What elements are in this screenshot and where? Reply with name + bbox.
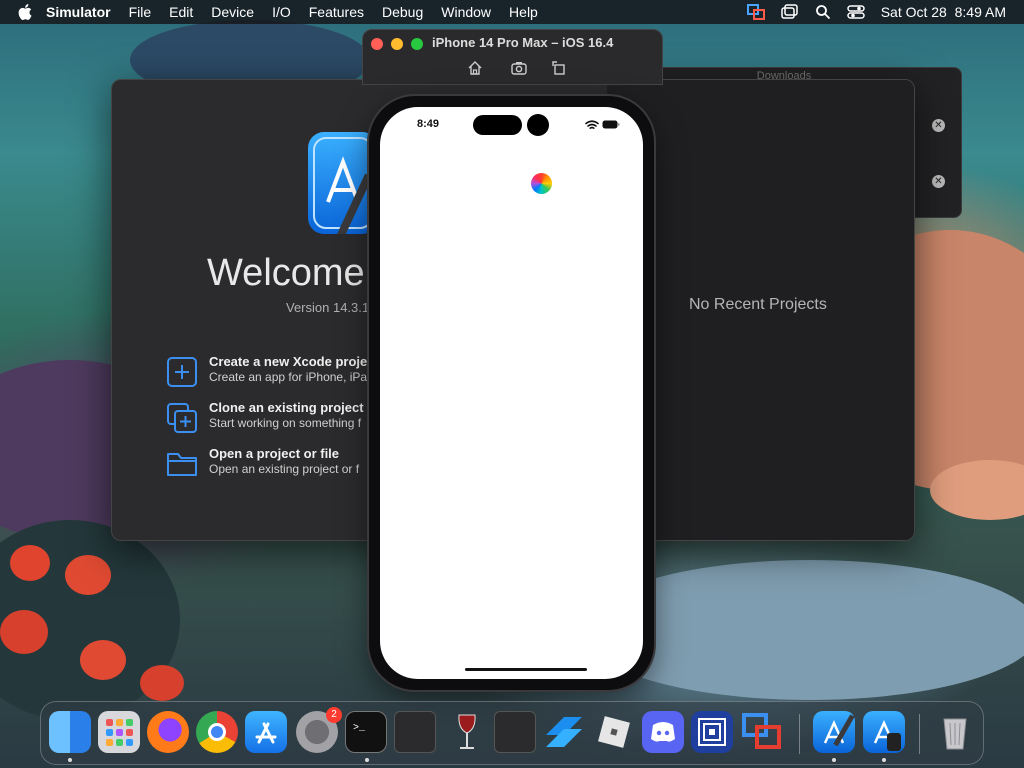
close-download-icon[interactable]: ✕ [932,119,945,132]
rotate-icon[interactable] [551,60,567,76]
wallpaper-flower [80,640,126,680]
menu-bar: Simulator File Edit Device I/O Features … [0,0,1024,24]
system-settings-icon[interactable]: 2 [296,707,342,753]
terminal-window-icon[interactable] [394,711,436,753]
action-subtitle: Open an existing project or f [209,462,360,476]
menubar-status-area: Sat Oct 28 8:49 AM [746,0,1006,24]
minimize-window-button[interactable] [391,38,403,50]
action-subtitle: Start working on something f [209,416,362,430]
wallpaper-flower [140,665,184,701]
simulator-title: iPhone 14 Pro Max – iOS 16.4 [432,35,614,50]
launchpad-icon[interactable] [98,711,140,753]
chrome-icon[interactable] [196,711,238,753]
close-window-button[interactable] [371,38,383,50]
dock-separator [919,714,920,754]
trash-icon[interactable] [934,711,976,753]
running-indicator [68,758,72,762]
home-icon[interactable] [467,60,483,76]
screenshot-icon[interactable] [511,60,527,76]
iphone-screen[interactable]: 8:49 [380,107,643,679]
action-title: Clone an existing project [209,400,364,415]
status-bar-time: 8:49 [417,118,440,130]
front-camera [527,114,549,136]
svg-text:>_: >_ [353,723,366,734]
menu-window[interactable]: Window [441,4,491,20]
clone-icon [167,403,197,433]
folder-icon [167,453,197,476]
wallpaper-flower [10,545,50,581]
menu-io[interactable]: I/O [272,4,291,20]
remote-desktop-icon[interactable] [746,4,765,20]
wallpaper-flower [0,610,48,654]
roblox-icon[interactable] [593,711,635,753]
battery-icon [602,120,620,129]
running-indicator [365,758,369,762]
dynamic-island [473,115,522,135]
menu-debug[interactable]: Debug [382,4,423,20]
terminal-window-icon[interactable] [494,711,536,753]
running-indicator [832,758,836,762]
control-center-icon[interactable] [846,4,865,20]
terminal-icon[interactable]: >_ [345,711,387,753]
xcode-app-icon [308,132,378,234]
menu-device[interactable]: Device [211,4,254,20]
action-title: Open a project or file [209,446,340,461]
iphone-device-frame: 8:49 [369,96,654,690]
plus-square-icon [167,357,197,387]
finder-icon[interactable] [49,711,91,753]
no-recent-projects-label: No Recent Projects [689,296,827,313]
wallpaper-flower [65,555,111,595]
zoom-window-button[interactable] [411,38,423,50]
welcome-title: Welcome [207,252,365,294]
firefox-icon[interactable] [147,711,189,753]
action-title: Create a new Xcode proje [209,354,368,369]
dock-separator [799,714,800,754]
action-subtitle: Create an app for iPhone, iPa [209,370,368,384]
loading-spinner-icon [531,173,552,194]
version-label: Version 14.3.1 [286,300,370,315]
discord-icon[interactable] [642,711,684,753]
notification-badge: 2 [326,707,342,723]
dock: 2 >_ [40,701,984,765]
app-store-icon[interactable] [245,711,287,753]
menubar-clock[interactable]: Sat Oct 28 8:49 AM [881,4,1006,20]
home-indicator[interactable] [465,668,587,671]
menu-features[interactable]: Features [309,4,364,20]
menu-file[interactable]: File [129,4,152,20]
remote-desktop-app-icon[interactable] [741,711,783,753]
menu-app-name[interactable]: Simulator [46,4,111,20]
simulator-titlebar: iPhone 14 Pro Max – iOS 16.4 [362,29,663,85]
stack-app-icon[interactable] [542,711,584,753]
menu-edit[interactable]: Edit [169,4,193,20]
running-indicator [882,758,886,762]
window-switch-icon[interactable] [780,4,799,20]
menu-help[interactable]: Help [509,4,538,20]
close-download-icon[interactable]: ✕ [932,175,945,188]
wine-icon[interactable] [446,711,488,753]
apple-icon[interactable] [18,4,32,20]
xcode-icon[interactable] [813,711,855,753]
framed-app-icon[interactable] [691,711,733,753]
search-icon[interactable] [815,4,831,20]
wifi-icon [585,120,599,129]
simulator-icon[interactable] [863,711,905,753]
